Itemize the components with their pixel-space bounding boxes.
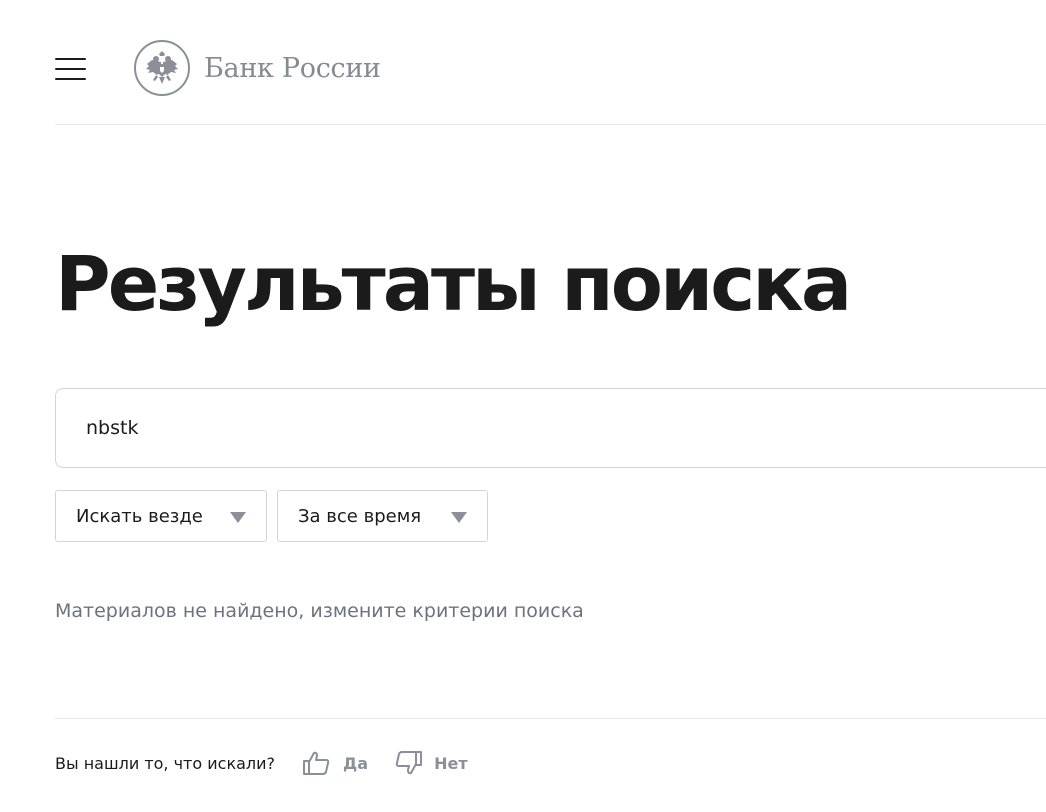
feedback-yes-label: Да (343, 753, 369, 773)
time-period-dropdown[interactable]: За все время (277, 490, 488, 542)
triangle-down-icon (451, 512, 467, 523)
search-scope-dropdown[interactable]: Искать везде (55, 490, 267, 542)
time-period-label: За все время (298, 505, 422, 527)
triangle-down-icon (230, 512, 246, 523)
feedback-no-label: Нет (434, 753, 468, 773)
feedback-no-button[interactable]: Нет (394, 750, 468, 776)
logo-text: Банк России (204, 52, 381, 84)
page-title: Результаты поиска (55, 239, 852, 328)
feedback-bar: Вы нашли то, что искали? Да Нет (55, 748, 468, 778)
feedback-yes-button[interactable]: Да (303, 750, 368, 776)
hamburger-menu-icon[interactable] (55, 58, 86, 80)
logo-link[interactable]: Банк России (134, 40, 381, 96)
page: Банк России Результаты поиска Искать вез… (0, 0, 1046, 812)
search-scope-label: Искать везде (76, 505, 203, 527)
header-divider (55, 124, 1046, 125)
search-field[interactable] (55, 388, 1046, 468)
feedback-divider (55, 718, 1046, 719)
thumbs-down-icon (395, 751, 423, 775)
double-headed-eagle-emblem-icon (134, 40, 190, 96)
no-results-message: Материалов не найдено, измените критерии… (55, 600, 584, 622)
thumbs-up-icon (303, 751, 330, 775)
feedback-question: Вы нашли то, что искали? (55, 753, 276, 773)
search-input[interactable] (86, 417, 986, 439)
